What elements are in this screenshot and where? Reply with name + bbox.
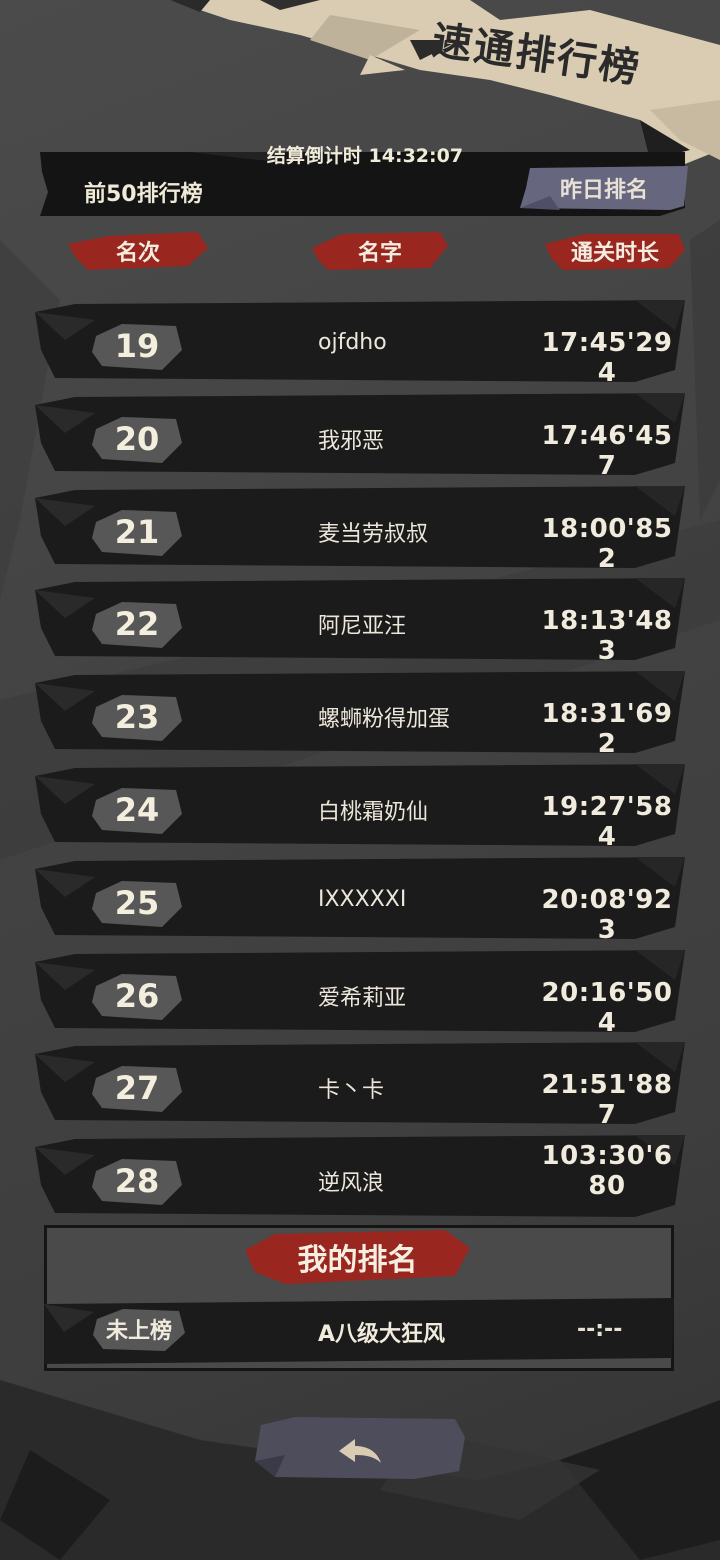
ranking-row[interactable]: 22 阿尼亚汪 18:13'483 bbox=[0, 578, 720, 671]
clear-time: 18:13'483 bbox=[541, 606, 673, 667]
clear-time: 103:30'680 bbox=[541, 1141, 673, 1202]
clear-time: 17:45'294 bbox=[541, 328, 673, 388]
column-header-rank: 名次 bbox=[68, 230, 208, 272]
rank-number: 22 bbox=[114, 605, 160, 644]
player-name: 逆风浪 bbox=[318, 1171, 385, 1197]
rank-number: 26 bbox=[114, 976, 160, 1015]
ranking-row[interactable]: 27 卡丶卡 21:51'887 bbox=[0, 1042, 720, 1135]
tab-yesterday-ranking[interactable]: 昨日排名 bbox=[520, 166, 688, 210]
rank-badge: 21 bbox=[92, 506, 182, 558]
column-header-name-label: 名字 bbox=[357, 241, 402, 266]
rank-number: 21 bbox=[114, 512, 160, 551]
clear-time: 21:51'887 bbox=[541, 1070, 673, 1131]
ranking-row[interactable]: 20 我邪恶 17:46'457 bbox=[0, 392, 720, 486]
back-button[interactable] bbox=[255, 1415, 465, 1480]
player-name: 麦当劳叔叔 bbox=[318, 521, 429, 547]
rank-badge: 25 bbox=[92, 877, 182, 929]
countdown-label: 结算倒计时 bbox=[266, 145, 362, 167]
clear-time: 20:08'923 bbox=[541, 884, 673, 945]
column-header-time: 通关时长 bbox=[545, 230, 685, 272]
tab-top-50[interactable]: 前50排行榜 bbox=[84, 176, 203, 208]
rank-badge: 28 bbox=[92, 1155, 182, 1207]
rank-badge: 19 bbox=[92, 320, 182, 372]
ranking-row[interactable]: 21 麦当劳叔叔 18:00'852 bbox=[0, 485, 720, 579]
player-name: 卡丶卡 bbox=[318, 1078, 385, 1104]
my-ranking-title: 我的排名 bbox=[245, 1228, 470, 1286]
rank-number: 25 bbox=[114, 883, 160, 922]
player-name: 我邪恶 bbox=[318, 428, 385, 454]
my-rank-badge: 未上榜 bbox=[93, 1305, 185, 1353]
my-ranking-title-label: 我的排名 bbox=[297, 1243, 418, 1278]
rank-number: 27 bbox=[114, 1069, 160, 1108]
rank-badge: 22 bbox=[92, 598, 182, 650]
ranking-row[interactable]: 24 白桃霜奶仙 19:27'584 bbox=[0, 763, 720, 857]
rank-badge: 24 bbox=[92, 784, 182, 836]
column-header-rank-label: 名次 bbox=[115, 241, 160, 266]
rank-number: 28 bbox=[114, 1162, 160, 1201]
ranking-row[interactable]: 26 爱希莉亚 20:16'504 bbox=[0, 949, 720, 1043]
rank-number: 20 bbox=[114, 419, 160, 458]
rank-badge: 20 bbox=[92, 413, 182, 465]
settlement-countdown: 结算倒计时 14:32:07 bbox=[0, 141, 720, 168]
my-player-name: A八级大狂风 bbox=[318, 1322, 446, 1347]
my-clear-time: --:-- bbox=[577, 1317, 623, 1342]
clear-time: 18:00'852 bbox=[541, 513, 673, 574]
rank-badge: 27 bbox=[92, 1062, 182, 1114]
clear-time: 19:27'584 bbox=[541, 791, 673, 852]
leaderboard-screen: 速通排行榜 结算倒计时 14:32:07 前50排行榜 昨日排名 名次 名字 通… bbox=[0, 0, 720, 1560]
player-name: ojfdho bbox=[318, 330, 387, 355]
player-name: 白桃霜奶仙 bbox=[318, 799, 429, 825]
player-name: 爱希莉亚 bbox=[318, 985, 407, 1011]
player-name: 螺蛳粉得加蛋 bbox=[318, 707, 451, 733]
countdown-value: 14:32:07 bbox=[368, 145, 464, 167]
ranking-list: 19 ojfdho 17:45'294 20 我邪恶 17:46'457 21 … bbox=[0, 300, 720, 1228]
rank-number: 19 bbox=[114, 327, 160, 365]
column-header-name: 名字 bbox=[312, 230, 448, 272]
player-name: 阿尼亚汪 bbox=[318, 614, 407, 640]
clear-time: 20:16'504 bbox=[541, 977, 673, 1038]
back-arrow-icon bbox=[339, 1439, 381, 1463]
rank-number: 24 bbox=[114, 790, 160, 829]
ranking-row[interactable]: 19 ojfdho 17:45'294 bbox=[0, 300, 720, 393]
column-header-time-label: 通关时长 bbox=[570, 241, 659, 266]
player-name: IXXXXXI bbox=[318, 886, 407, 912]
my-rank-value: 未上榜 bbox=[105, 1319, 172, 1344]
rank-badge: 26 bbox=[92, 970, 182, 1022]
ranking-row[interactable]: 23 螺蛳粉得加蛋 18:31'692 bbox=[0, 671, 720, 764]
rank-number: 23 bbox=[114, 698, 160, 737]
clear-time: 17:46'457 bbox=[541, 420, 673, 481]
tab-yesterday-label: 昨日排名 bbox=[559, 178, 648, 203]
rank-badge: 23 bbox=[92, 691, 182, 743]
clear-time: 18:31'692 bbox=[541, 699, 673, 760]
ranking-row[interactable]: 25 IXXXXXI 20:08'923 bbox=[0, 856, 720, 950]
ranking-row[interactable]: 28 逆风浪 103:30'680 bbox=[0, 1135, 720, 1228]
